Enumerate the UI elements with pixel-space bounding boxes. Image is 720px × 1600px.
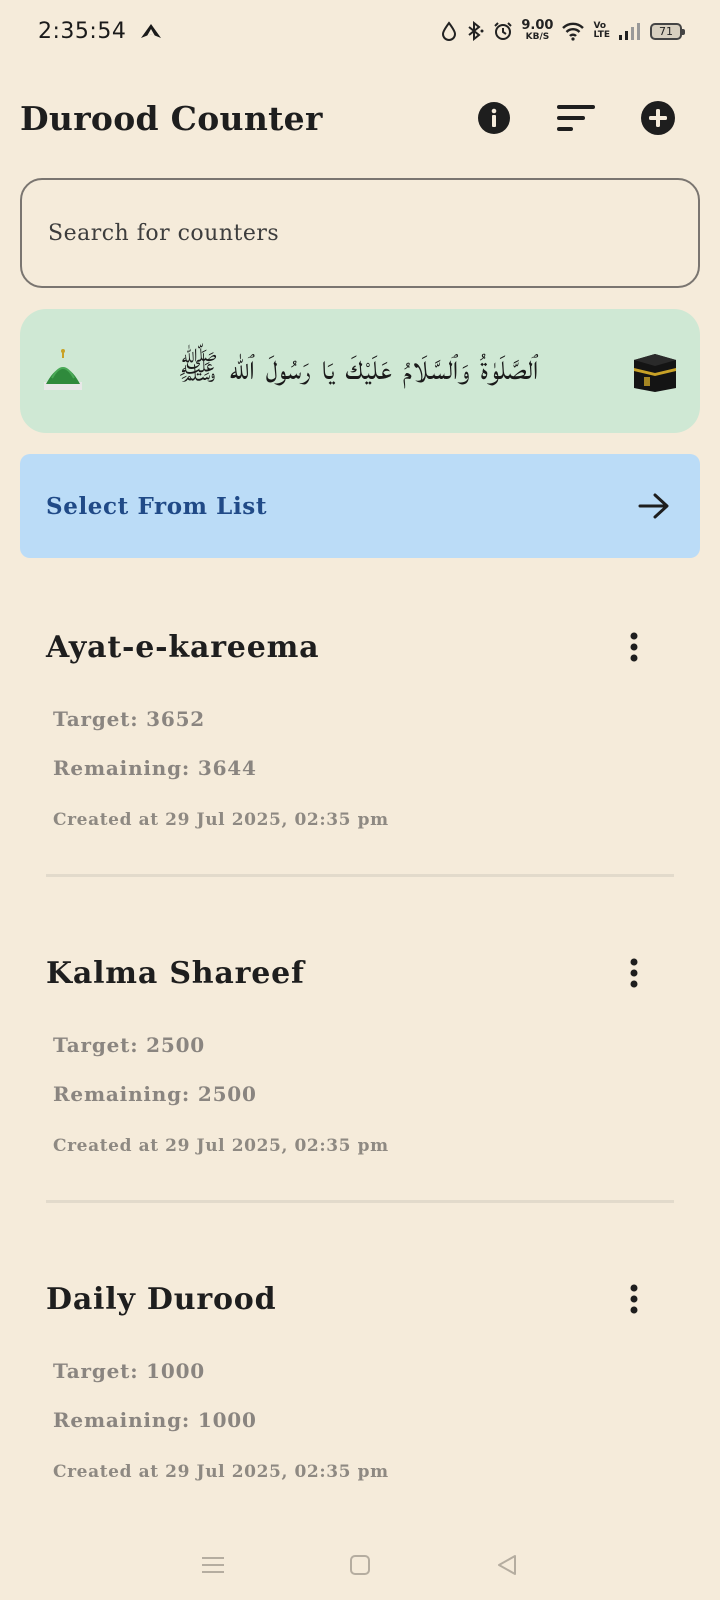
counter-created: Created at 29 Jul 2025, 02:35 pm	[53, 1136, 389, 1156]
select-from-list-button[interactable]: Select From List	[20, 454, 700, 558]
arrow-right-icon	[638, 493, 669, 519]
network-speed: 9.00 KB/S	[521, 18, 554, 42]
network-speed-unit: KB/S	[525, 32, 550, 42]
counter-title: Daily Durood	[46, 1281, 277, 1317]
more-vert-icon	[630, 1284, 638, 1314]
status-bar: 2:35:54 9.00 KB/S Vo LTE 71	[0, 0, 720, 62]
more-vert-icon	[630, 958, 638, 988]
menu-nav-button[interactable]	[193, 1545, 233, 1585]
counter-menu-button[interactable]	[614, 622, 654, 672]
back-nav-button[interactable]	[487, 1545, 527, 1585]
counter-remaining: Remaining: 1000	[53, 1408, 257, 1432]
counter-card[interactable]: Ayat-e-kareema Target: 3652 Remaining: 3…	[46, 622, 674, 946]
info-icon	[478, 102, 510, 134]
salawat-text: ٱلصَّلَوٰةُ وَٱلسَّلَامُ عَلَيْكَ يَا رَ…	[177, 347, 539, 388]
navigation-arrow-icon	[140, 23, 162, 39]
wifi-icon	[561, 21, 585, 41]
bluetooth-icon	[465, 21, 485, 41]
app-header: Durood Counter	[20, 88, 700, 148]
network-speed-value: 9.00	[521, 18, 554, 33]
status-time: 2:35:54	[38, 18, 127, 44]
alarm-icon	[493, 21, 513, 41]
kaaba-icon	[630, 348, 680, 394]
add-circle-icon	[641, 101, 675, 135]
counter-remaining: Remaining: 3644	[53, 756, 257, 780]
system-nav-bar	[0, 1540, 720, 1590]
divider	[46, 1200, 674, 1203]
more-vert-icon	[630, 632, 638, 662]
signal-icon	[618, 21, 642, 41]
counter-created: Created at 29 Jul 2025, 02:35 pm	[53, 810, 389, 830]
info-button[interactable]	[474, 98, 514, 138]
battery-icon: 71	[650, 22, 685, 40]
salawat-banner: ٱلصَّلَوٰةُ وَٱلسَّلَامُ عَلَيْكَ يَا رَ…	[20, 309, 700, 433]
counter-menu-button[interactable]	[614, 948, 654, 998]
header-actions	[474, 98, 700, 138]
counter-remaining: Remaining: 2500	[53, 1082, 257, 1106]
menu-nav-icon	[202, 1557, 225, 1573]
sort-button[interactable]	[556, 98, 596, 138]
add-counter-button[interactable]	[638, 98, 678, 138]
counter-target: Target: 3652	[53, 707, 206, 731]
counter-menu-button[interactable]	[614, 1274, 654, 1324]
counter-target: Target: 2500	[53, 1033, 206, 1057]
counter-target: Target: 1000	[53, 1359, 206, 1383]
home-nav-icon	[349, 1555, 370, 1575]
divider	[46, 874, 674, 877]
counter-title: Ayat-e-kareema	[46, 629, 320, 665]
volte-bottom: LTE	[593, 30, 610, 40]
search-input[interactable]	[48, 220, 672, 246]
back-nav-icon	[497, 1555, 516, 1575]
home-nav-button[interactable]	[340, 1545, 380, 1585]
counter-title: Kalma Shareef	[46, 955, 305, 991]
select-from-list-label: Select From List	[46, 492, 268, 520]
green-dome-icon	[40, 348, 86, 394]
sort-icon	[557, 105, 595, 131]
battery-level: 71	[659, 24, 673, 38]
water-drop-icon	[441, 21, 457, 41]
counter-card[interactable]: Kalma Shareef Target: 2500 Remaining: 25…	[46, 948, 674, 1272]
volte-indicator: Vo LTE	[593, 22, 610, 40]
search-box[interactable]	[20, 178, 700, 288]
page-title: Durood Counter	[20, 98, 323, 138]
counter-created: Created at 29 Jul 2025, 02:35 pm	[53, 1462, 389, 1482]
